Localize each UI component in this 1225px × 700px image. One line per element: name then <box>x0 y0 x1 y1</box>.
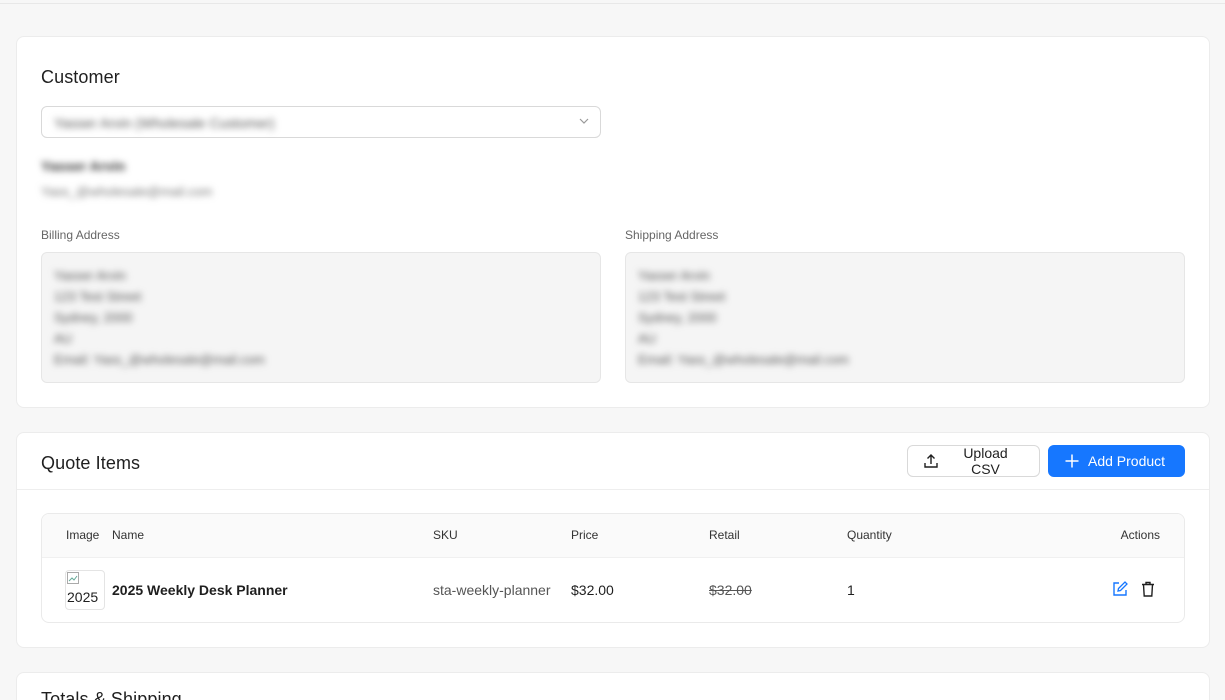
billing-address-line: Yasser Arvin <box>54 268 127 283</box>
top-divider <box>0 3 1225 4</box>
quote-items-card: Quote Items Upload CSV Add Product Image… <box>16 432 1210 648</box>
billing-address-line: Sydney, 2000 <box>54 310 133 325</box>
product-sku: sta-weekly-planner <box>433 582 551 598</box>
totals-shipping-card: Totals & Shipping <box>16 672 1210 700</box>
customer-card: Customer Yasser Arvin (Wholesale Custome… <box>16 36 1210 408</box>
product-quantity: 1 <box>847 582 855 598</box>
shipping-address-line: AU <box>638 331 657 346</box>
table-header: Image Name SKU Price Retail Quantity Act… <box>42 514 1184 558</box>
column-header-actions: Actions <box>1120 528 1160 542</box>
add-product-button[interactable]: Add Product <box>1048 445 1185 477</box>
customer-name: Yasser Arvin <box>41 158 126 174</box>
product-name: 2025 Weekly Desk Planner <box>112 582 288 598</box>
totals-shipping-title: Totals & Shipping <box>41 689 182 700</box>
quote-items-title: Quote Items <box>41 453 141 473</box>
product-image-alt: 2025 <box>67 589 99 605</box>
column-header-retail: Retail <box>709 528 740 542</box>
upload-csv-label: Upload CSV <box>963 445 1008 477</box>
column-header-sku: SKU <box>433 528 458 542</box>
customer-email: Yass_@wholesale@mail.com <box>41 184 213 199</box>
edit-icon[interactable] <box>1111 580 1129 598</box>
shipping-address-line: Yasser Arvin <box>638 268 711 283</box>
upload-csv-button[interactable]: Upload CSV <box>907 445 1040 477</box>
billing-address-line: AU <box>54 331 73 346</box>
shipping-address-line: Email: Yass_@wholesale@mail.com <box>638 352 849 367</box>
column-header-image: Image <box>66 528 100 542</box>
quote-header-divider <box>17 489 1209 490</box>
customer-title: Customer <box>41 67 120 87</box>
broken-image-icon <box>67 572 79 584</box>
chevron-down-icon <box>579 118 589 124</box>
billing-address-label: Billing Address <box>41 228 120 242</box>
billing-address-box: Yasser Arvin 123 Test Street Sydney, 200… <box>41 252 601 383</box>
upload-icon <box>924 454 938 468</box>
customer-select-value: Yasser Arvin (Wholesale Customer) <box>54 115 275 131</box>
trash-icon[interactable] <box>1139 580 1157 598</box>
product-retail: $32.00 <box>709 582 752 598</box>
billing-address-line: 123 Test Street <box>54 289 142 304</box>
shipping-address-label: Shipping Address <box>625 228 719 242</box>
plus-icon <box>1065 454 1079 468</box>
shipping-address-line: 123 Test Street <box>638 289 726 304</box>
quote-items-table: Image Name SKU Price Retail Quantity Act… <box>41 513 1185 623</box>
shipping-address-box: Yasser Arvin 123 Test Street Sydney, 200… <box>625 252 1185 383</box>
column-header-price: Price <box>571 528 599 542</box>
product-price: $32.00 <box>571 582 614 598</box>
column-header-name: Name <box>112 528 145 542</box>
table-row: 2025 2025 Weekly Desk Planner sta-weekly… <box>42 558 1184 622</box>
shipping-address-line: Sydney, 2000 <box>638 310 717 325</box>
customer-select[interactable]: Yasser Arvin (Wholesale Customer) <box>41 106 601 138</box>
column-header-quantity: Quantity <box>847 528 892 542</box>
billing-address-line: Email: Yass_@wholesale@mail.com <box>54 352 265 367</box>
product-image: 2025 <box>65 570 105 610</box>
add-product-label: Add Product <box>1088 453 1166 469</box>
